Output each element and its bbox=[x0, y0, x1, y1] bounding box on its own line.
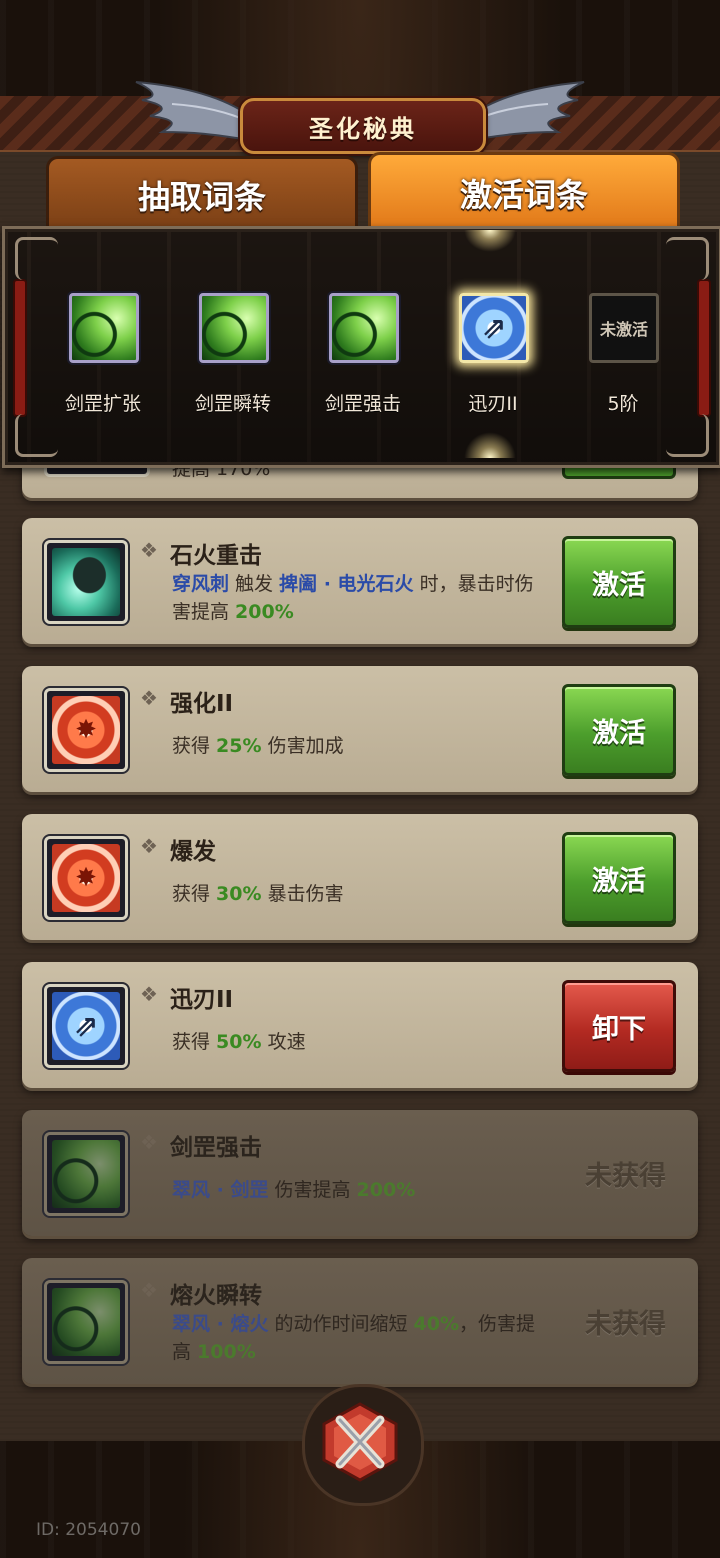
not-obtained-label: 未获得 bbox=[585, 1309, 666, 1340]
affix-desc: 获得 30% 暴击伤害 bbox=[172, 880, 542, 908]
affix-icon-frame bbox=[44, 1132, 128, 1216]
selection-glow-top bbox=[464, 230, 516, 252]
affix-card: ❖ 石火重击 穿风刺 触发 捭阖 · 电光石火 时，暴击时伤害提高 200% 激… bbox=[22, 518, 698, 644]
affix-icon-frame bbox=[44, 1280, 128, 1364]
affix-name: 爆发 bbox=[170, 839, 216, 865]
slot-4-selected[interactable]: ⇗ 迅刃II bbox=[453, 287, 533, 416]
slot-5-locked[interactable]: 未激活 5阶 bbox=[583, 287, 663, 416]
wing-left-icon bbox=[135, 81, 251, 142]
title-plate: 圣化秘典 bbox=[240, 98, 486, 154]
slot-1[interactable]: 剑罡扩张 bbox=[63, 287, 143, 416]
affix-desc: 穿风刺 触发 捭阖 · 电光石火 时，暴击时伤害提高 200% bbox=[172, 570, 542, 626]
slot-label: 剑罡扩张 bbox=[64, 393, 141, 415]
affix-icon-frame: ✸ bbox=[44, 688, 128, 772]
affix-card-locked: ❖ 熔火瞬转 翠风 · 熔火 的动作时间缩短 40%，伤害提高 100% 未获得 bbox=[22, 1258, 698, 1384]
sword-wind-icon bbox=[329, 293, 399, 363]
swift-blade-icon: ⇗ bbox=[459, 293, 529, 363]
desc-text: 获得 bbox=[172, 1031, 217, 1053]
affix-icon-frame bbox=[44, 540, 128, 624]
corner-ornament bbox=[15, 237, 58, 280]
diamond-bullet-icon: ❖ bbox=[140, 686, 158, 710]
affix-card: ✸ ❖ 强化II 获得 25% 伤害加成 激活 bbox=[22, 666, 698, 792]
percent-value: 200% bbox=[356, 1179, 416, 1201]
diamond-bullet-icon: ❖ bbox=[140, 1278, 158, 1302]
slot-placeholder: 未激活 bbox=[589, 293, 659, 363]
percent-value: 50% bbox=[216, 1031, 262, 1053]
diamond-bullet-icon: ❖ bbox=[140, 834, 158, 858]
slot-2[interactable]: 剑罡瞬转 bbox=[193, 287, 273, 416]
affix-card: ✸ ❖ 爆发 获得 30% 暴击伤害 激活 bbox=[22, 814, 698, 940]
page-title: 圣化秘典 bbox=[309, 114, 417, 143]
sword-wind-icon bbox=[52, 1288, 120, 1356]
corner-ornament bbox=[666, 237, 709, 280]
percent-value: 30% bbox=[216, 883, 262, 905]
swift-blade-icon: ⇗ bbox=[52, 992, 120, 1060]
activate-button[interactable]: 激活 bbox=[562, 536, 676, 628]
affix-card-locked: ❖ 剑罡强击 翠风 · 剑罡 伤害提高 200% 未获得 bbox=[22, 1110, 698, 1236]
percent-value: 40% bbox=[413, 1313, 460, 1335]
affix-desc: 获得 50% 攻速 bbox=[172, 1028, 542, 1056]
diamond-bullet-icon: ❖ bbox=[140, 982, 158, 1006]
flame-burst-icon: ✸ bbox=[52, 844, 120, 912]
tab-activate-affix[interactable]: 激活词条 bbox=[368, 152, 680, 231]
keyword: 翠风 · 熔火 bbox=[172, 1313, 269, 1335]
close-button[interactable] bbox=[318, 1400, 402, 1484]
desc-text: 触发 bbox=[229, 573, 280, 595]
affix-name: 迅刃II bbox=[170, 987, 234, 1013]
slot-bar-left-trim bbox=[13, 279, 27, 417]
activate-button[interactable]: 激活 bbox=[562, 832, 676, 924]
percent-value: 200% bbox=[235, 601, 294, 623]
wind-fang-icon bbox=[52, 548, 120, 616]
slot-label: 剑罡强击 bbox=[324, 393, 401, 415]
affix-name: 熔火瞬转 bbox=[170, 1283, 262, 1309]
corner-ornament bbox=[666, 414, 709, 457]
close-x-icon bbox=[322, 1402, 398, 1482]
desc-text: 的动作时间缩短 bbox=[268, 1313, 414, 1335]
player-id: ID: 2054070 bbox=[36, 1520, 141, 1540]
diamond-bullet-icon: ❖ bbox=[140, 538, 158, 562]
slot-label: 剑罡瞬转 bbox=[194, 393, 271, 415]
desc-text: 暴击伤害 bbox=[261, 883, 344, 905]
affix-desc: 翠风 · 剑罡 伤害提高 200% bbox=[172, 1176, 542, 1204]
affix-desc: 翠风 · 熔火 的动作时间缩短 40%，伤害提高 100% bbox=[172, 1310, 542, 1366]
diamond-bullet-icon: ❖ bbox=[140, 1130, 158, 1154]
affix-desc: 获得 25% 伤害加成 bbox=[172, 732, 542, 760]
percent-value: 25% bbox=[216, 735, 262, 757]
corner-ornament bbox=[15, 414, 58, 457]
unequip-button[interactable]: 卸下 bbox=[562, 980, 676, 1072]
tab-draw-affix[interactable]: 抽取词条 bbox=[46, 156, 358, 231]
desc-text: 伤害提高 bbox=[268, 1179, 357, 1201]
sword-wind-icon bbox=[52, 1140, 120, 1208]
sword-wind-icon bbox=[199, 293, 269, 363]
slot-label: 迅刃II bbox=[468, 393, 518, 415]
activate-button[interactable]: 激活 bbox=[562, 684, 676, 776]
keyword: 穿风刺 bbox=[172, 573, 230, 595]
wing-right-icon bbox=[469, 81, 585, 142]
affix-icon-frame: ⇗ bbox=[44, 984, 128, 1068]
slot-bar-right-trim bbox=[697, 279, 711, 417]
affix-name: 剑罡强击 bbox=[170, 1135, 262, 1161]
affix-card: ⇗ ❖ 迅刃II 获得 50% 攻速 卸下 bbox=[22, 962, 698, 1088]
affix-name: 石火重击 bbox=[170, 543, 262, 569]
percent-value: 100% bbox=[197, 1341, 256, 1363]
desc-text: 伤害加成 bbox=[261, 735, 344, 757]
affix-icon-frame: ✸ bbox=[44, 836, 128, 920]
desc-text: 攻速 bbox=[261, 1031, 306, 1053]
sword-wind-icon bbox=[69, 293, 139, 363]
not-obtained-label: 未获得 bbox=[585, 1161, 666, 1192]
desc-text: 获得 bbox=[172, 883, 217, 905]
affix-name: 强化II bbox=[170, 691, 234, 717]
slot-3[interactable]: 剑罡强击 bbox=[323, 287, 403, 416]
keyword: 翠风 · 剑罡 bbox=[172, 1179, 269, 1201]
flame-burst-icon: ✸ bbox=[52, 696, 120, 764]
desc-text: 获得 bbox=[172, 735, 217, 757]
slot-label: 5阶 bbox=[607, 393, 639, 415]
keyword: 捭阖 · 电光石火 bbox=[279, 573, 414, 595]
selection-glow-bottom bbox=[464, 432, 516, 458]
equipped-slot-bar: 剑罡扩张 剑罡瞬转 剑罡强击 ⇗ 迅刃II 未激活 5阶 bbox=[2, 226, 720, 468]
